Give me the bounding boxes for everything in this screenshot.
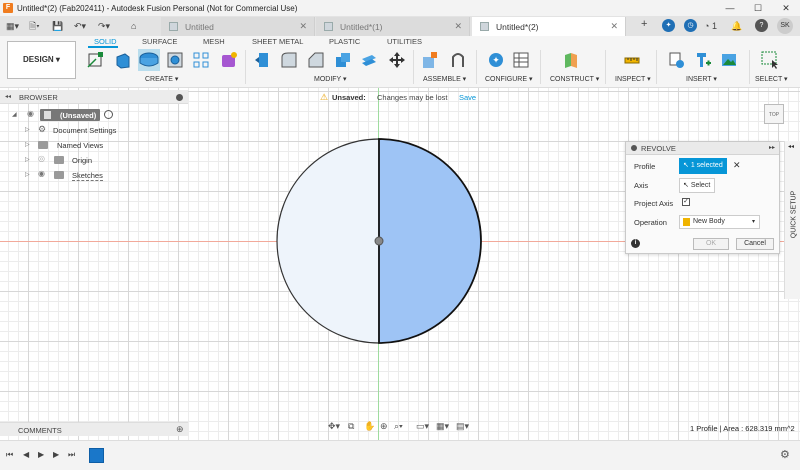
- cursor-arrow-icon: ↖: [683, 162, 691, 169]
- browser-item-origin[interactable]: ▷ ◎ Origin: [0, 153, 125, 167]
- expand-arrow-icon[interactable]: ▷: [25, 141, 30, 148]
- component-icon: [44, 111, 51, 119]
- viewcube[interactable]: TOP: [764, 104, 784, 124]
- unsaved-warning-bar: ⚠ Unsaved: Changes may be lost Save: [315, 90, 485, 104]
- navigation-toolbar: ✥▾ ⧉ ✋ ⊕ ⌕▾ ▭▾ ▦▾ ▤▾: [328, 421, 474, 435]
- root-label: (Unsaved): [60, 111, 97, 120]
- unsaved-message: Changes may be lost: [377, 93, 448, 102]
- axis-selector[interactable]: ↖ Select: [679, 178, 715, 193]
- info-icon[interactable]: i: [631, 239, 640, 248]
- quick-setup-panel[interactable]: ◂◂ QUICK SETUP: [784, 141, 800, 299]
- dialog-expand-icon[interactable]: ▸▸: [769, 144, 775, 151]
- pan-icon[interactable]: ✋: [364, 421, 375, 432]
- timeline: ⏮ ◀ ▶ ▶ ⏭ ⚙: [0, 440, 800, 470]
- selection-status: 1 Profile | Area : 628.319 mm^2: [690, 424, 795, 433]
- cancel-button[interactable]: Cancel: [736, 238, 774, 250]
- visibility-eye-icon[interactable]: ◉: [38, 169, 45, 178]
- visibility-eye-icon[interactable]: ◉: [27, 109, 34, 118]
- browser-item-sketches[interactable]: ▷ ◉ Sketches: [0, 168, 125, 182]
- timeline-play-icon[interactable]: ▶: [38, 450, 44, 459]
- timeline-last-icon[interactable]: ⏭: [68, 450, 75, 460]
- quick-setup-label: QUICK SETUP: [790, 190, 798, 239]
- comments-bar: COMMENTS ⊕: [0, 422, 188, 436]
- add-comment-icon[interactable]: ⊕: [176, 424, 184, 435]
- document-settings-label: Document Settings: [53, 126, 117, 135]
- expand-arrow-icon[interactable]: ▷: [25, 126, 30, 133]
- fit-icon[interactable]: ⌕▾: [394, 421, 403, 432]
- operation-value: New Body: [693, 218, 725, 225]
- expand-panel-icon[interactable]: ◂◂: [788, 143, 794, 150]
- ok-button[interactable]: OK: [693, 238, 729, 250]
- browser-collapse-icon[interactable]: ◂◂: [5, 93, 11, 100]
- chevron-down-icon: ▾: [751, 219, 755, 225]
- browser-header: ◂◂ BROWSER: [0, 90, 188, 104]
- gear-icon: ⚙: [38, 124, 47, 134]
- dialog-minimize-icon[interactable]: [631, 145, 637, 151]
- collapse-arrow-icon[interactable]: ◢: [12, 111, 17, 118]
- browser-minimize-icon[interactable]: [176, 94, 183, 101]
- profile-label: Profile: [634, 162, 656, 171]
- selected-half-profile[interactable]: [378, 138, 482, 344]
- left-half-profile[interactable]: [276, 138, 380, 344]
- comments-label: COMMENTS: [18, 426, 62, 435]
- named-views-label: Named Views: [57, 141, 104, 150]
- operation-dropdown[interactable]: New Body ▾: [679, 215, 760, 229]
- project-axis-checkbox[interactable]: ✓: [682, 198, 690, 206]
- timeline-settings-icon[interactable]: ⚙: [780, 448, 790, 461]
- save-link[interactable]: Save: [459, 93, 476, 102]
- clear-selection-icon[interactable]: ✕: [733, 160, 741, 171]
- profile-value: 1 selected: [690, 162, 723, 169]
- profile-selector[interactable]: ↖ 1 selected: [679, 158, 727, 174]
- origin-label: Origin: [72, 156, 93, 165]
- hidden-eye-icon[interactable]: ◎: [38, 154, 45, 163]
- browser-item-named-views[interactable]: ▷ Named Views: [0, 138, 125, 152]
- operation-label: Operation: [634, 218, 667, 227]
- new-body-icon: [683, 218, 690, 226]
- revolve-title: REVOLVE: [641, 144, 676, 153]
- folder-icon: [54, 171, 64, 179]
- project-axis-label: Project Axis: [634, 199, 674, 208]
- warning-icon: ⚠: [320, 92, 329, 102]
- browser-item-document-settings[interactable]: ▷ ⚙ Document Settings: [0, 123, 125, 137]
- cursor-arrow-icon: ↖: [683, 182, 691, 189]
- timeline-sketch-feature[interactable]: [89, 448, 104, 463]
- activate-radio-icon[interactable]: [104, 110, 113, 119]
- revolve-dialog-header[interactable]: REVOLVE ▸▸: [626, 142, 779, 155]
- display-settings-icon[interactable]: ▭▾: [416, 421, 429, 432]
- timeline-next-icon[interactable]: ▶: [53, 450, 59, 459]
- folder-icon: [38, 141, 48, 149]
- browser-title: BROWSER: [19, 93, 58, 102]
- sketch-origin-point: [374, 236, 384, 246]
- zoom-icon[interactable]: ⊕: [380, 421, 388, 432]
- axis-value: Select: [690, 182, 711, 189]
- revolve-dialog: REVOLVE ▸▸ Profile ↖ 1 selected ✕ Axis ↖…: [625, 141, 780, 254]
- timeline-first-icon[interactable]: ⏮: [6, 450, 13, 460]
- expand-arrow-icon[interactable]: ▷: [25, 156, 30, 163]
- look-at-icon[interactable]: ⧉: [348, 421, 354, 432]
- browser-item-root[interactable]: ◢ ◉ (Unsaved): [0, 108, 125, 122]
- unsaved-label: Unsaved:: [332, 93, 366, 102]
- viewports-icon[interactable]: ▤▾: [456, 421, 469, 432]
- orbit-icon[interactable]: ✥▾: [328, 421, 340, 432]
- folder-icon: [54, 156, 64, 164]
- sketches-label: Sketches: [72, 171, 103, 181]
- expand-arrow-icon[interactable]: ▷: [25, 171, 30, 178]
- axis-label: Axis: [634, 181, 649, 190]
- grid-settings-icon[interactable]: ▦▾: [436, 421, 449, 432]
- timeline-prev-icon[interactable]: ◀: [23, 450, 29, 459]
